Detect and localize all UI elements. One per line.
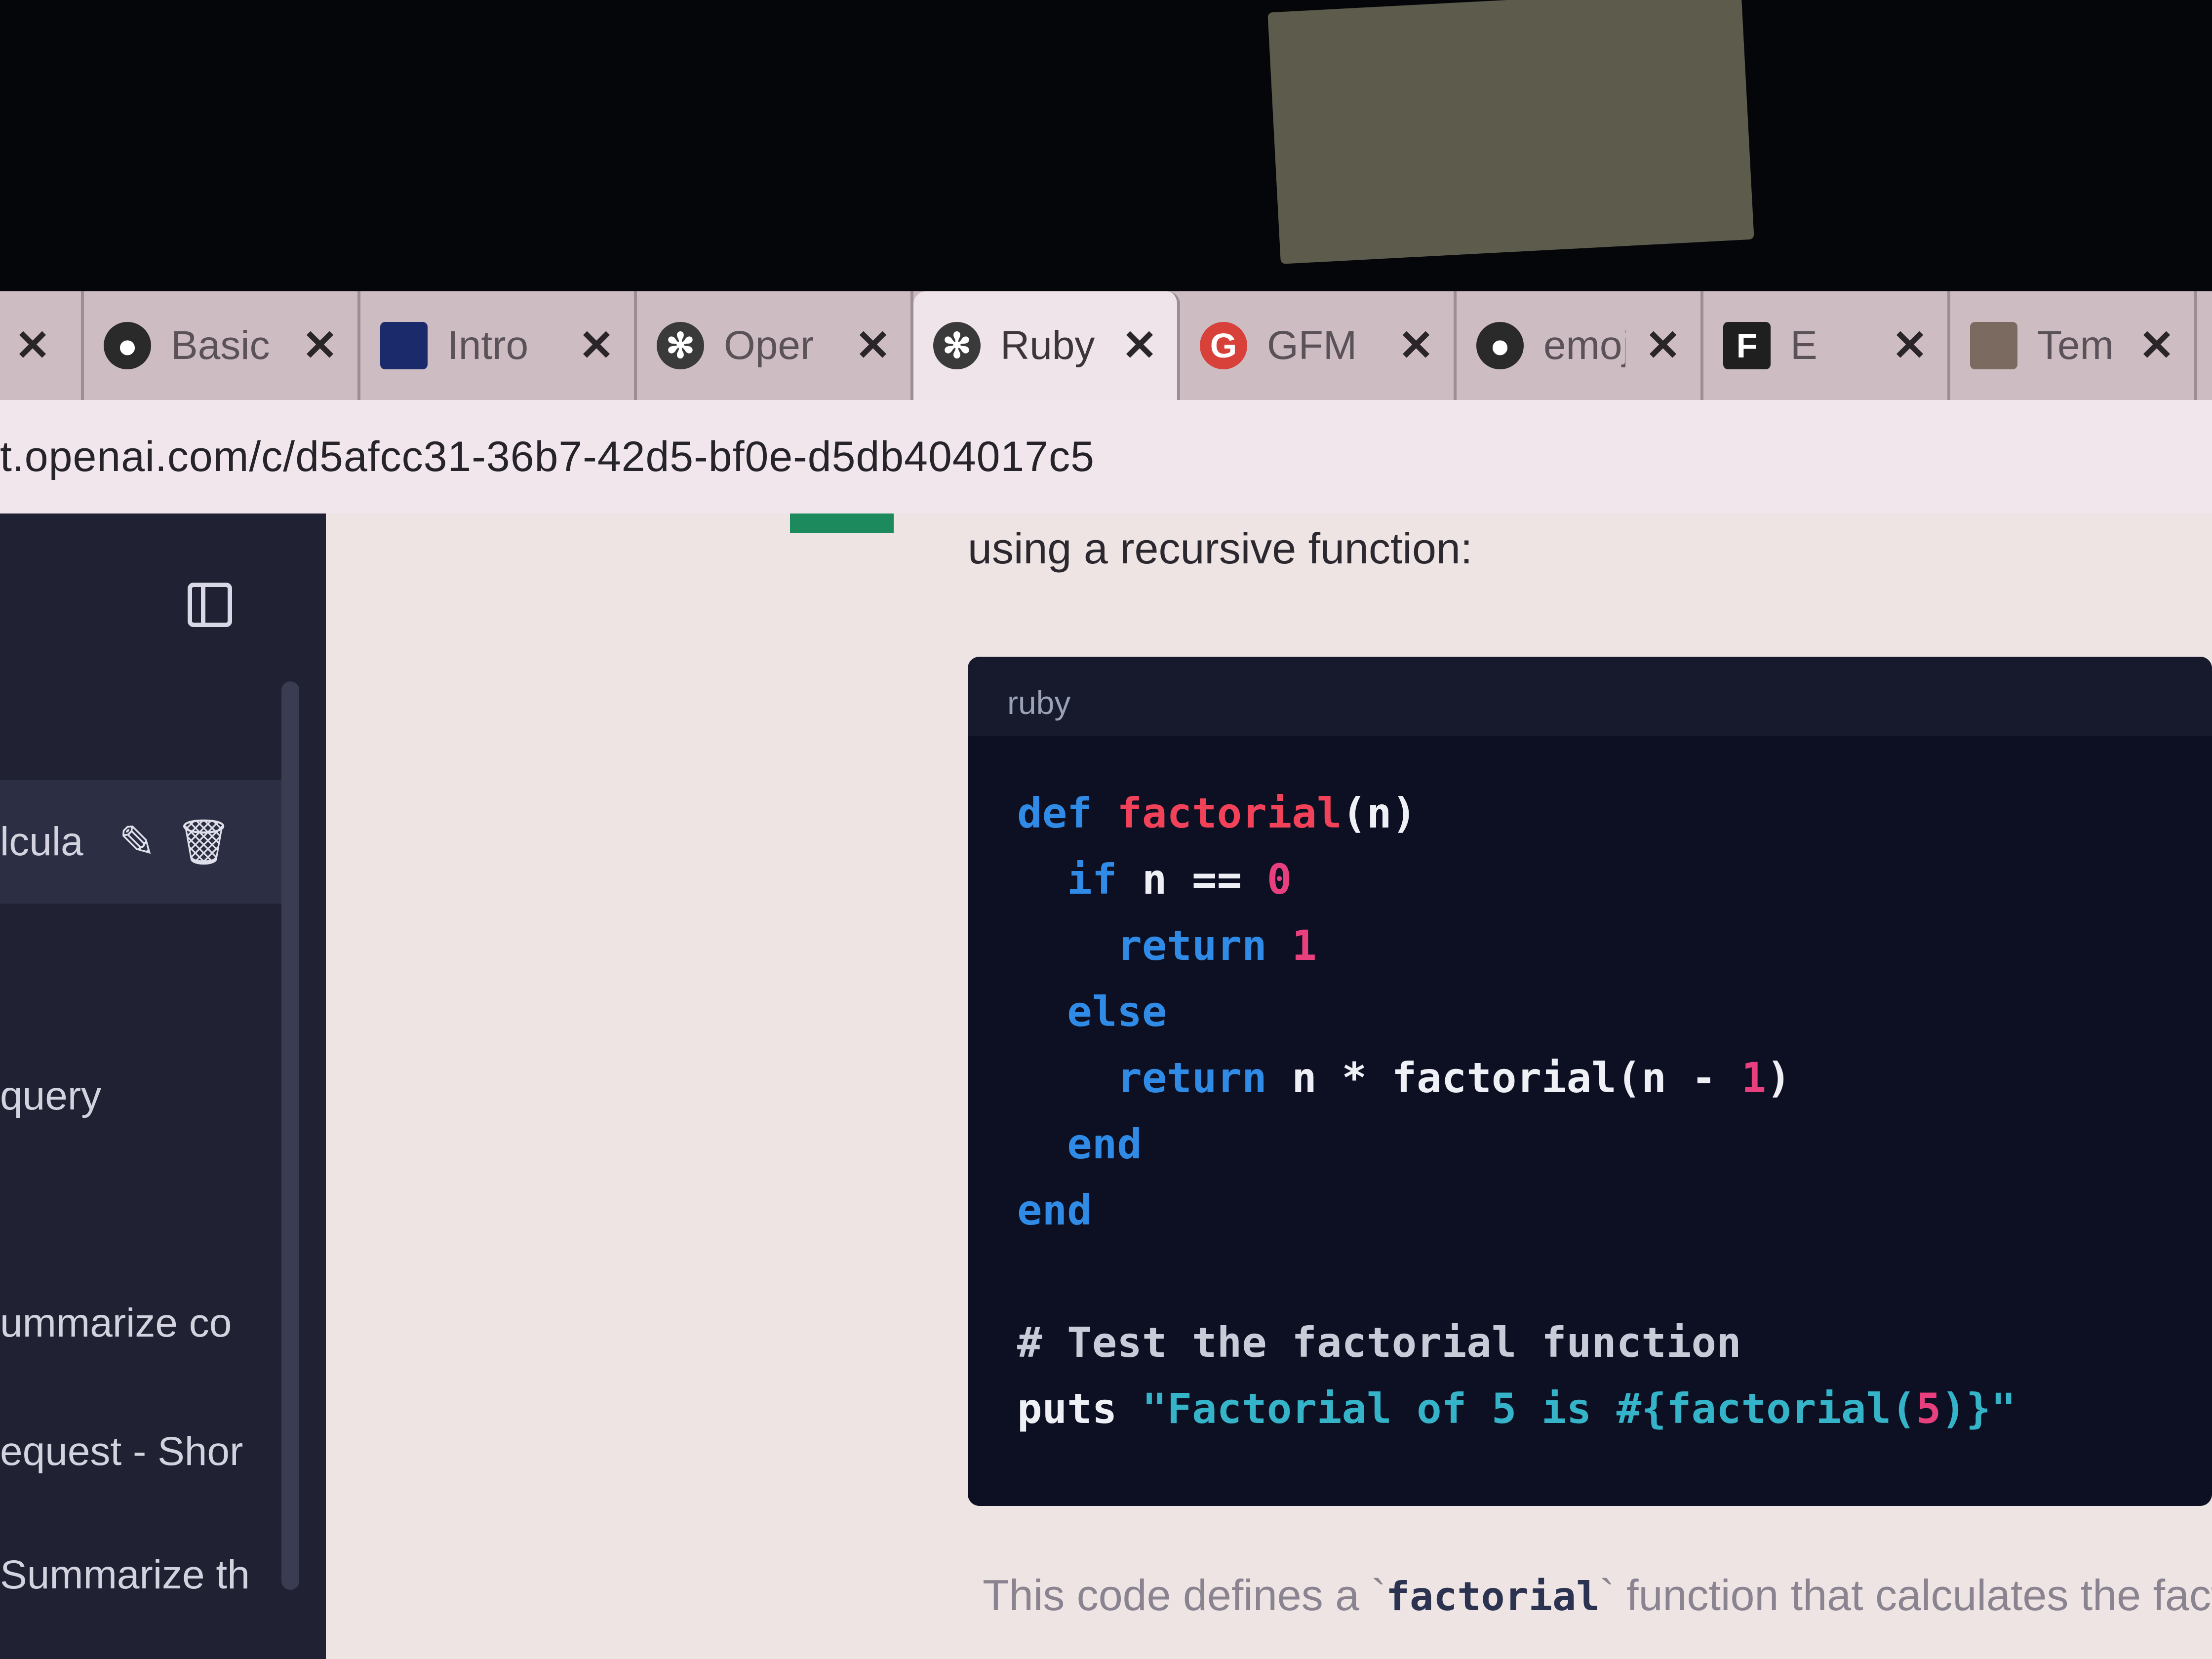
code-line: if n == 0 [1017,855,1292,904]
trash-icon[interactable]: 🗑 [175,816,232,868]
tab-close-icon[interactable]: ✕ [579,321,614,370]
sidebar-scrollbar[interactable] [281,681,299,1590]
code-line: end [1017,1120,1142,1168]
tab-bar: ✕ ● Basic ✕ Intro ✕ ✻ Oper ✕ ✻ Ruby ✕ G … [0,291,2212,400]
tab-e[interactable]: F E ✕ [1703,291,1950,400]
address-bar[interactable]: t.openai.com/c/d5afcc31-36b7-42d5-bf0e-d… [0,400,2212,514]
assistant-avatar [790,514,894,533]
github-icon: ● [104,322,151,369]
sidebar-item[interactable]: Summarize th [0,1545,296,1605]
sidebar-item[interactable]: equest - Shor [0,1422,296,1481]
tab-label: Basic [171,323,270,368]
tab-gfm[interactable]: G GFM ✕ [1180,291,1457,400]
code-language-label: ruby [968,657,2212,736]
tape-patch [1267,0,1754,264]
tab-ruby[interactable]: ✻ Ruby ✕ [913,291,1180,400]
tab-label: Intro [447,323,529,368]
url-text[interactable]: t.openai.com/c/d5afcc31-36b7-42d5-bf0e-d… [0,433,1095,481]
tab-intro[interactable]: Intro ✕ [360,291,637,400]
outro-text: ` function that calculates the factor [1600,1571,2212,1620]
tab-close-icon[interactable]: ✕ [302,321,338,370]
tab-label: Tem [2037,323,2114,368]
tab-close-icon[interactable]: ✕ [1892,321,1928,370]
tab-close-icon[interactable]: ✕ [15,321,50,370]
openai-icon: ✻ [657,322,704,369]
sidebar-item-label: Summarize th [0,1552,250,1597]
sidebar-item-label: ummarize co [0,1301,232,1345]
monitor-bezel [0,0,2212,291]
tab-close-icon[interactable]: ✕ [1122,321,1157,370]
tab-close-icon[interactable]: ✕ [1645,321,1681,370]
tab-emoji[interactable]: ● emoj ✕ [1457,291,1703,400]
sidebar-item[interactable]: query [0,1066,296,1126]
sidebar-item-label: equest - Shor [0,1429,243,1474]
code-line: return n * factorial(n - 1) [1017,1054,1791,1102]
sidebar-toggle-icon[interactable] [188,583,232,627]
code-line: # Test the factorial function [1017,1318,1741,1367]
sidebar-item-label: lcula [0,819,83,864]
outro-text: This code defines a ` [983,1571,1386,1620]
tab-basic[interactable]: ● Basic ✕ [84,291,360,400]
openai-icon: ✻ [933,322,981,369]
tab-label: E [1790,323,1817,368]
sidebar: lcula ✎ 🗑 query ummarize co equest - Sho… [0,514,326,1659]
code-line: def factorial(n) [1017,789,1417,837]
tab-label: Ruby [1000,323,1095,368]
message-text: This code defines a `factorial` function… [983,1570,2212,1620]
tab-tem[interactable]: Tem ✕ [1950,291,2197,400]
sidebar-item[interactable]: ummarize co [0,1294,296,1353]
sidebar-item-active[interactable]: lcula ✎ 🗑 [0,780,296,904]
code-block: ruby def factorial(n) if n == 0 return 1… [968,657,2212,1506]
google-icon: G [1200,322,1247,369]
site-icon: F [1723,322,1771,369]
code-line: return 1 [1017,921,1317,970]
site-icon [380,322,428,369]
chat-main: using a recursive function: ruby def fac… [326,514,2212,1659]
tab-close-icon[interactable]: ✕ [1398,321,1434,370]
code-line: else [1017,988,1167,1036]
message-text: using a recursive function: [968,524,1473,573]
code-line: puts "Factorial of 5 is #{factorial(5)}" [1017,1384,2016,1433]
tab-label: GFM [1267,323,1357,368]
code-content: def factorial(n) if n == 0 return 1 else… [968,736,2212,1442]
tab-partial[interactable]: ✕ [0,291,84,400]
inline-code: factorial [1385,1574,1600,1620]
edit-icon[interactable]: ✎ [118,816,156,868]
code-line: end [1017,1186,1092,1234]
tab-close-icon[interactable]: ✕ [855,321,891,370]
sidebar-item-label: query [0,1073,102,1118]
site-icon [1970,322,2017,369]
tab-close-icon[interactable]: ✕ [2139,321,2174,370]
github-icon: ● [1476,322,1524,369]
tab-label: Oper [724,323,814,368]
tab-openai[interactable]: ✻ Oper ✕ [637,291,913,400]
tab-label: emoj [1543,323,1625,368]
